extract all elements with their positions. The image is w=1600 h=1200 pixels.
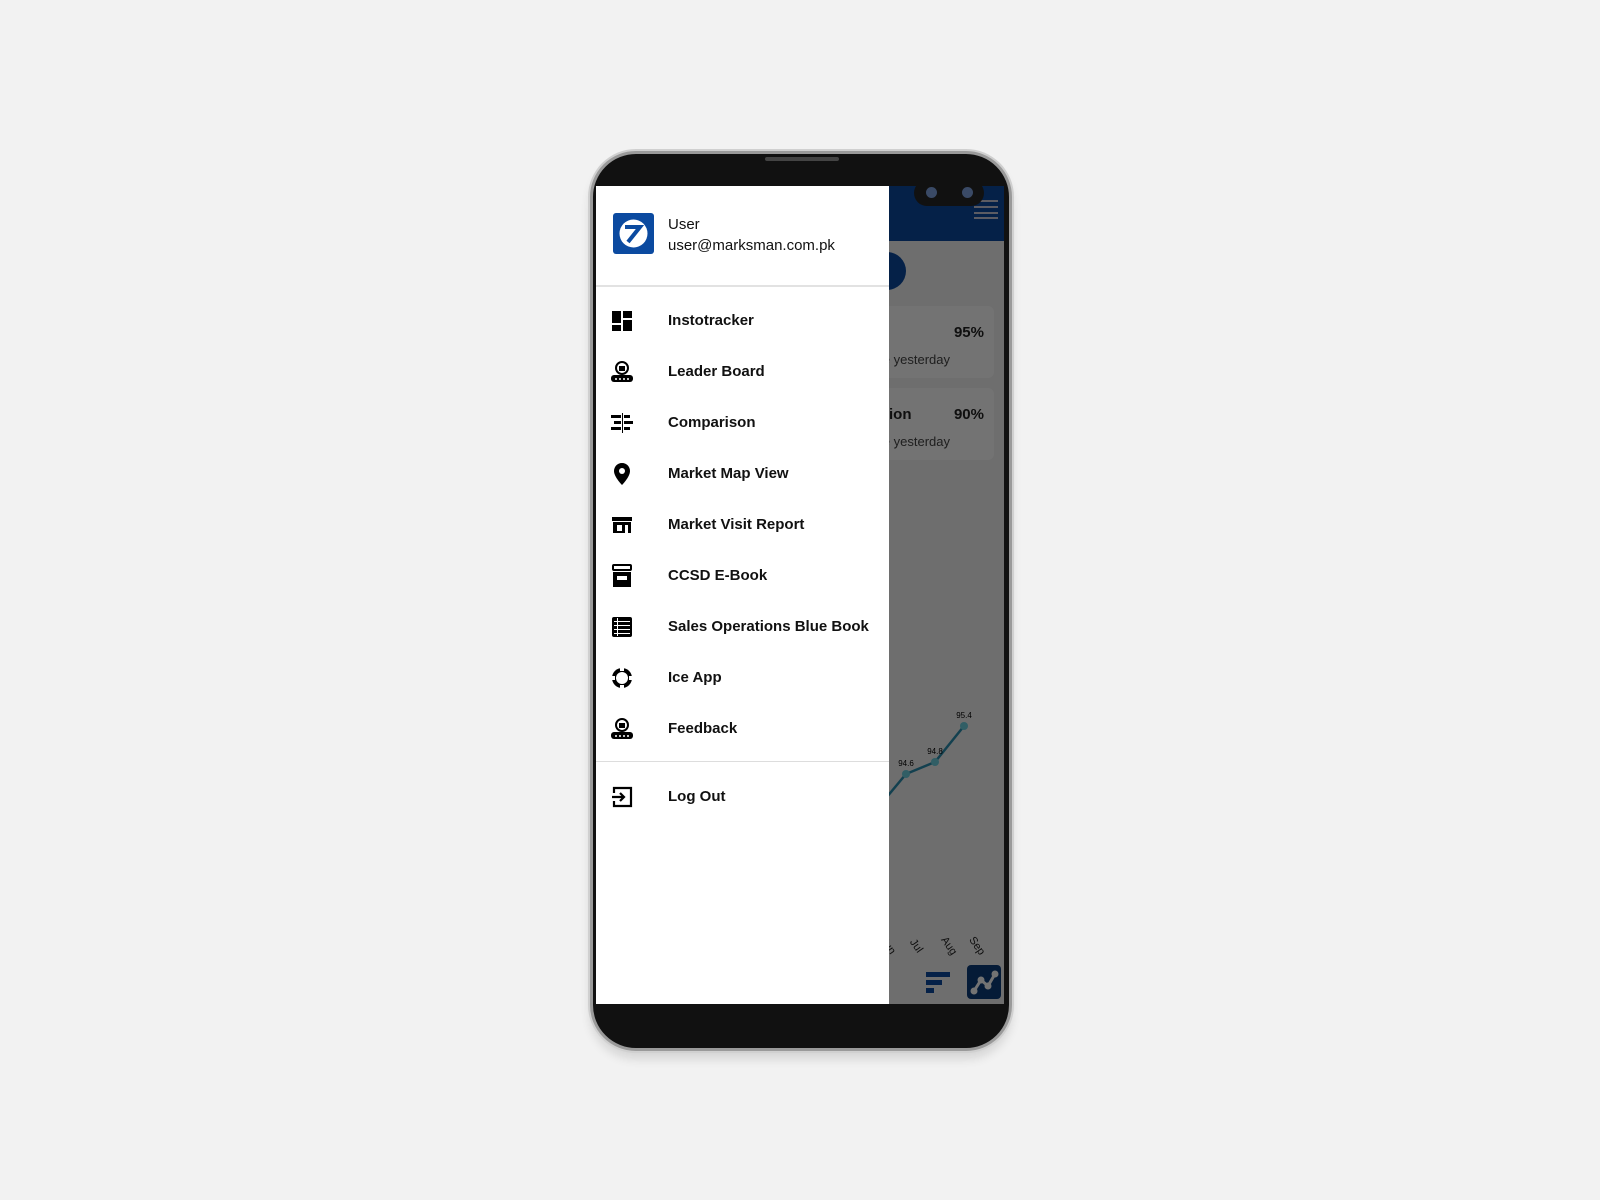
map-pin-icon bbox=[614, 463, 630, 485]
data-label: 94.8 bbox=[927, 747, 943, 756]
marksman-logo bbox=[613, 213, 654, 254]
menu-item-ccsd-e-book[interactable]: CCSD E-Book bbox=[596, 553, 889, 599]
data-label: 94.6 bbox=[898, 759, 914, 768]
kpi-sub: e yesterday bbox=[882, 434, 950, 449]
menu-item-market-map-view[interactable]: Market Map View bbox=[596, 451, 889, 497]
dashboard-icon bbox=[612, 311, 632, 331]
user-email: user@marksman.com.pk bbox=[668, 237, 835, 254]
divider bbox=[596, 761, 889, 762]
store-icon bbox=[612, 517, 632, 533]
leaderboard-icon bbox=[611, 361, 633, 382]
menu-item-feedback[interactable]: Feedback bbox=[596, 706, 889, 752]
data-point bbox=[902, 770, 910, 778]
menu-item-label: Market Map View bbox=[668, 465, 789, 482]
feedback-icon bbox=[611, 718, 633, 739]
menu-item-instotracker[interactable]: Instotracker bbox=[596, 298, 889, 344]
list-icon bbox=[612, 617, 632, 637]
bar-chart-toggle-icon[interactable] bbox=[924, 968, 954, 998]
data-point bbox=[931, 758, 939, 766]
menu-item-leader-board[interactable]: Leader Board bbox=[596, 349, 889, 395]
menu-item-label: Ice App bbox=[668, 669, 722, 686]
data-label: 95.4 bbox=[956, 711, 972, 720]
menu-item-label: Feedback bbox=[668, 720, 738, 737]
menu-item-label: Leader Board bbox=[668, 363, 765, 380]
user-name: User bbox=[668, 216, 700, 233]
menu-item-log-out[interactable]: Log Out bbox=[596, 774, 889, 820]
archive-icon bbox=[612, 564, 632, 587]
menu-item-market-visit-report[interactable]: Market Visit Report bbox=[596, 502, 889, 548]
camera-cutout bbox=[914, 186, 984, 206]
kpi-value: 95% bbox=[953, 324, 984, 341]
menu-item-label: Log Out bbox=[668, 788, 726, 805]
menu-item-label: Sales Operations Blue Book bbox=[668, 618, 869, 635]
screen: el 95% e yesterday ization 90% e yesterd… bbox=[596, 186, 1004, 1004]
menu-item-label: Instotracker bbox=[668, 312, 754, 329]
data-point bbox=[960, 722, 968, 730]
speaker bbox=[765, 157, 839, 161]
menu-item-comparison[interactable]: Comparison bbox=[596, 400, 889, 446]
navigation-drawer: User user@marksman.com.pk Instotracker Le… bbox=[596, 186, 889, 1004]
menu-item-label: Comparison bbox=[668, 414, 756, 431]
menu-item-label: CCSD E-Book bbox=[668, 567, 768, 584]
comparison-icon bbox=[611, 413, 633, 433]
logout-icon bbox=[612, 786, 633, 808]
lifebuoy-icon bbox=[611, 667, 633, 689]
menu-item-sales-operations-blue-book[interactable]: Sales Operations Blue Book bbox=[596, 604, 889, 650]
line-chart-toggle-icon[interactable] bbox=[967, 965, 1001, 999]
kpi-value: 90% bbox=[953, 406, 984, 423]
kpi-sub: e yesterday bbox=[882, 352, 950, 367]
menu-item-ice-app[interactable]: Ice App bbox=[596, 655, 889, 701]
menu-item-label: Market Visit Report bbox=[668, 516, 805, 533]
divider bbox=[596, 285, 889, 287]
